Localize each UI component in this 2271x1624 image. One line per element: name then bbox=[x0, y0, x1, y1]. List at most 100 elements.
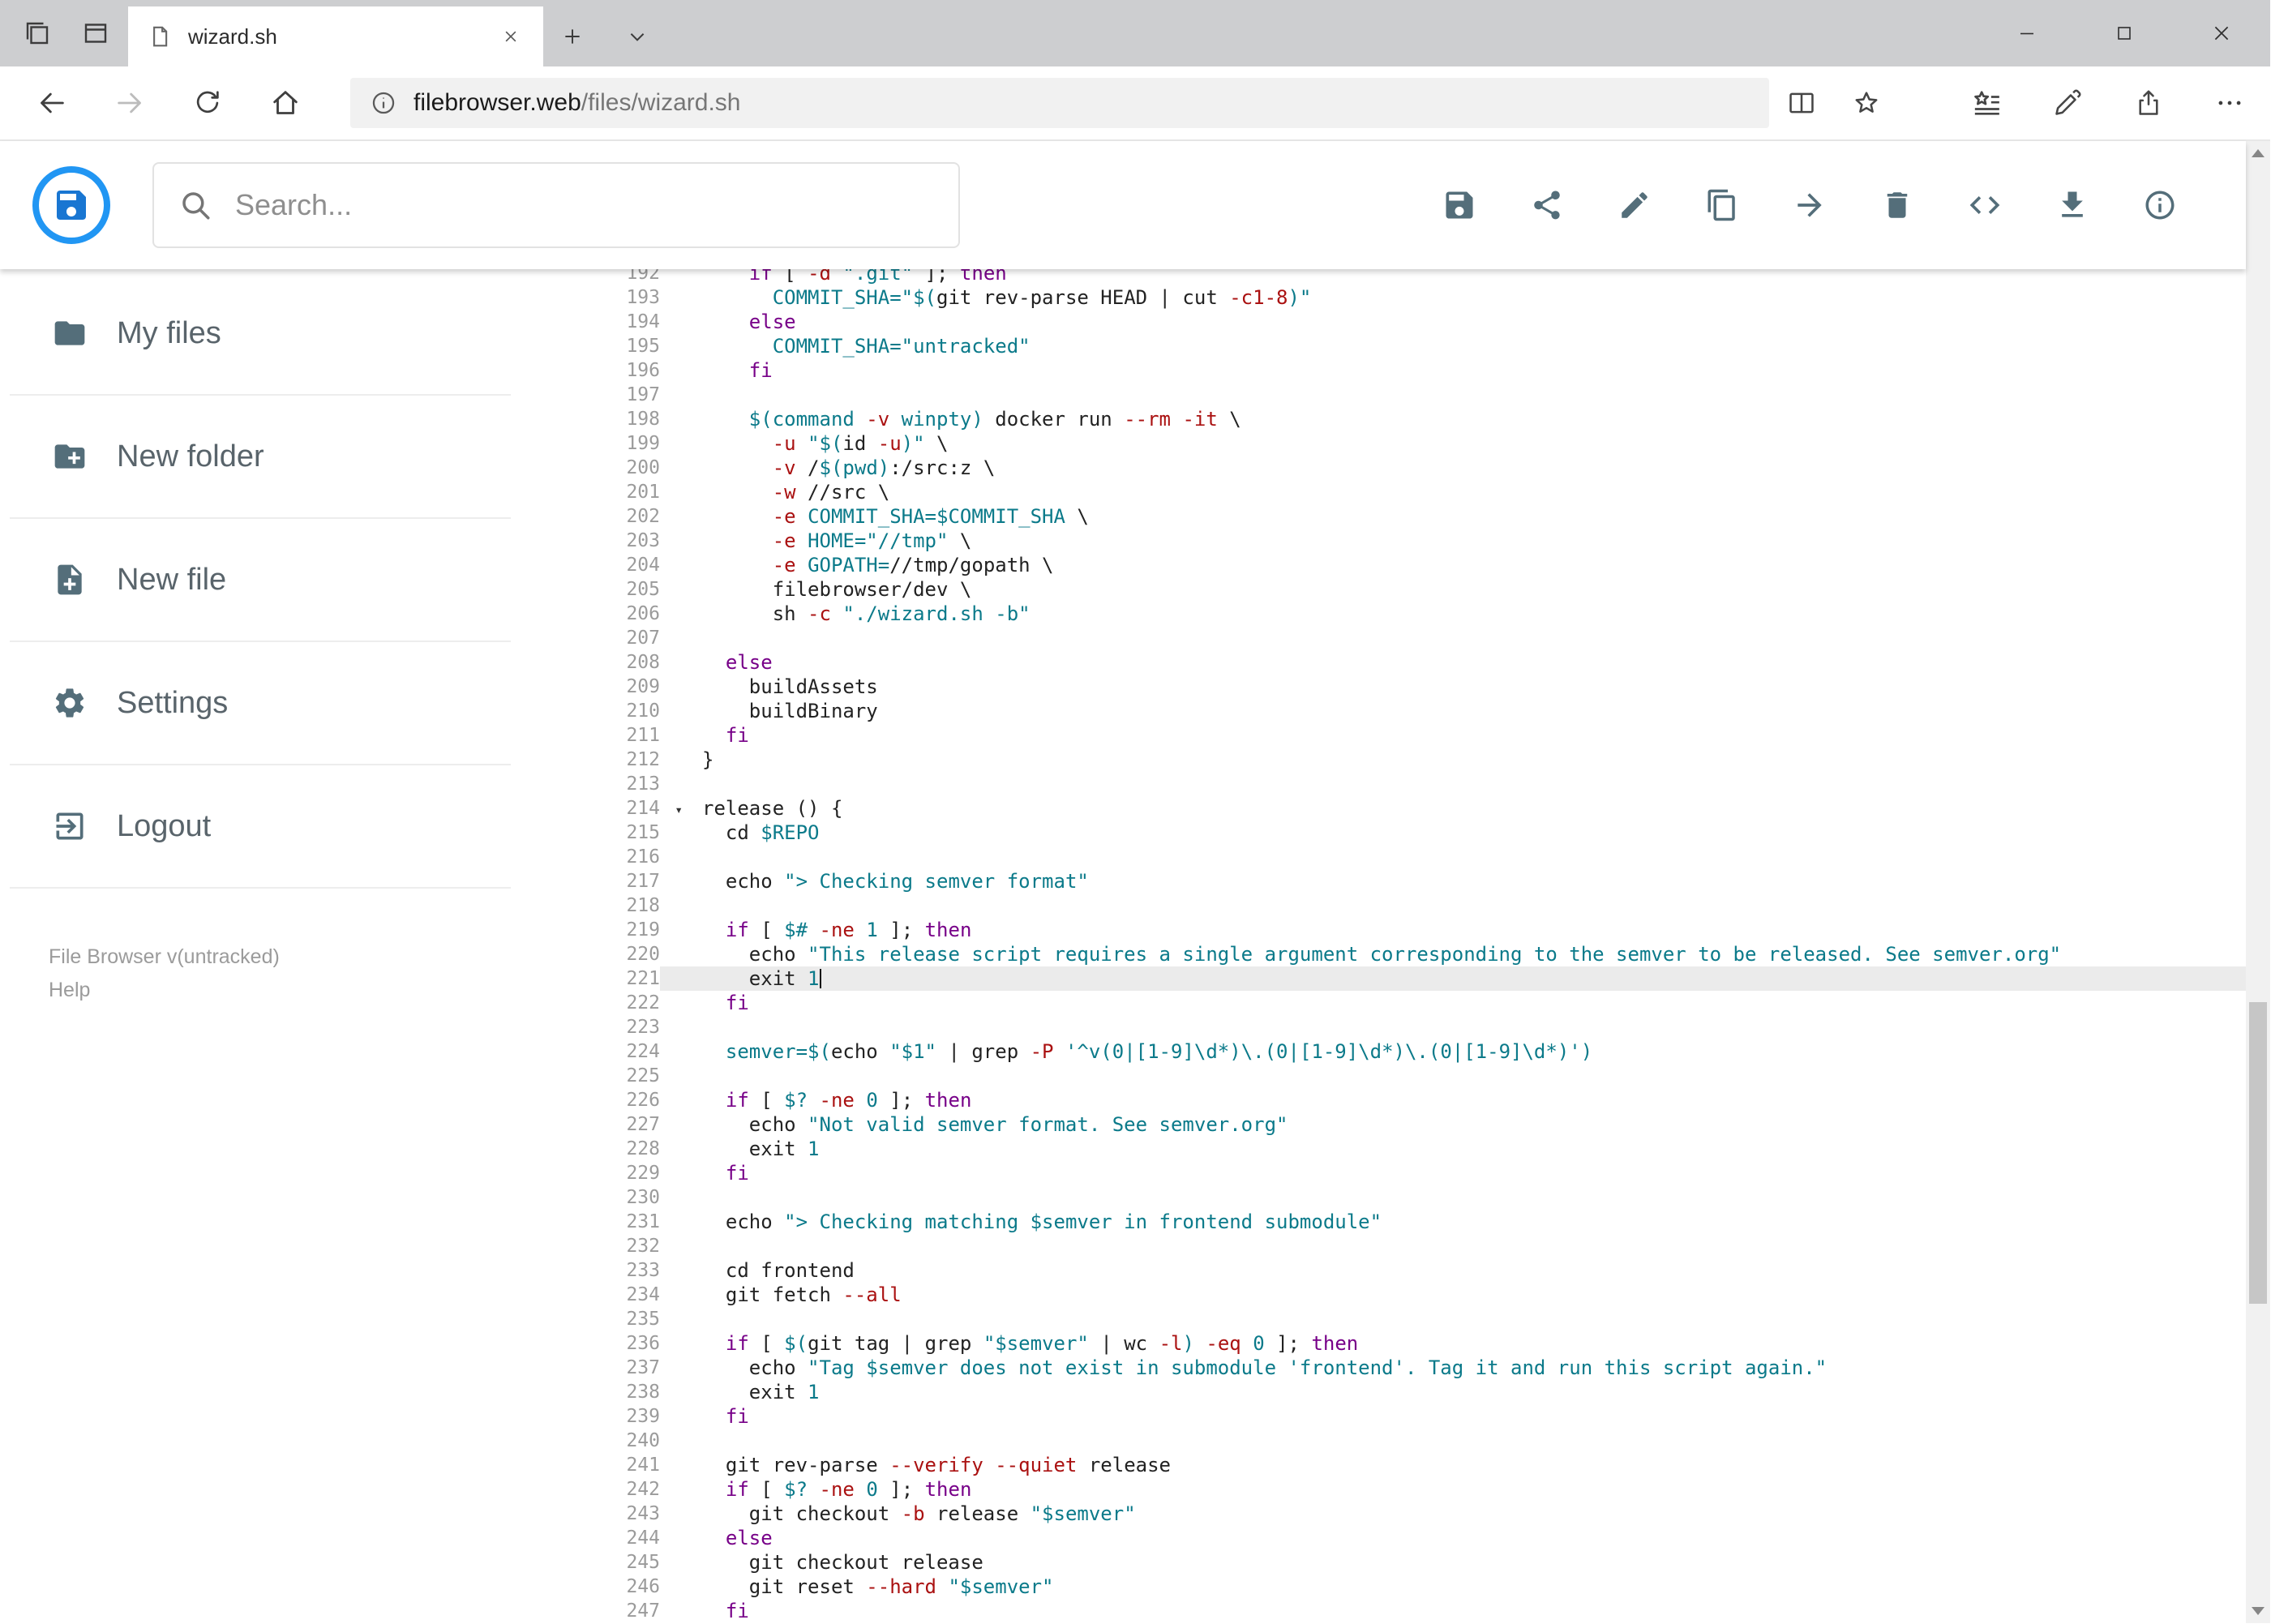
scroll-up-arrow-icon[interactable] bbox=[2246, 141, 2270, 165]
info-icon[interactable] bbox=[2142, 187, 2178, 223]
code-line-193[interactable]: 193 COMMIT_SHA="$(git rev-parse HEAD | c… bbox=[521, 285, 2246, 310]
download-icon[interactable] bbox=[2055, 187, 2090, 223]
home-icon[interactable] bbox=[246, 66, 324, 140]
code-line-226[interactable]: 226 if [ $? -ne 0 ]; then bbox=[521, 1088, 2246, 1112]
code-line-228[interactable]: 228 exit 1 bbox=[521, 1137, 2246, 1161]
code-line-216[interactable]: 216 bbox=[521, 845, 2246, 869]
code-line-224[interactable]: 224 semver=$(echo "$1" | grep -P '^v(0|[… bbox=[521, 1039, 2246, 1064]
share-icon[interactable] bbox=[1529, 187, 1565, 223]
address-bar[interactable]: filebrowser.web/files/wizard.sh bbox=[350, 78, 1769, 128]
code-line-239[interactable]: 239 fi bbox=[521, 1404, 2246, 1429]
code-line-202[interactable]: 202 -e COMMIT_SHA=$COMMIT_SHA \ bbox=[521, 504, 2246, 529]
filebrowser-logo-icon[interactable] bbox=[32, 166, 110, 244]
code-line-219[interactable]: 219 if [ $# -ne 1 ]; then bbox=[521, 918, 2246, 942]
tab-list-chevron-icon[interactable] bbox=[613, 6, 662, 66]
code-line-234[interactable]: 234 git fetch --all bbox=[521, 1283, 2246, 1307]
code-line-194[interactable]: 194 else bbox=[521, 310, 2246, 334]
new-tab-icon[interactable] bbox=[548, 6, 597, 66]
search-input[interactable] bbox=[235, 188, 958, 222]
tab-wizard-sh[interactable]: wizard.sh bbox=[128, 6, 543, 66]
save-icon[interactable] bbox=[1442, 187, 1477, 223]
refresh-icon[interactable] bbox=[169, 66, 246, 140]
code-line-227[interactable]: 227 echo "Not valid semver format. See s… bbox=[521, 1112, 2246, 1137]
code-line-203[interactable]: 203 -e HOME="//tmp" \ bbox=[521, 529, 2246, 553]
code-line-215[interactable]: 215 cd $REPO bbox=[521, 821, 2246, 845]
code-line-233[interactable]: 233 cd frontend bbox=[521, 1258, 2246, 1283]
code-line-204[interactable]: 204 -e GOPATH=//tmp/gopath \ bbox=[521, 553, 2246, 577]
code-line-198[interactable]: 198 $(command -v winpty) docker run --rm… bbox=[521, 407, 2246, 431]
code-line-242[interactable]: 242 if [ $? -ne 0 ]; then bbox=[521, 1477, 2246, 1502]
code-line-209[interactable]: 209 buildAssets bbox=[521, 675, 2246, 699]
code-line-220[interactable]: 220 echo "This release script requires a… bbox=[521, 942, 2246, 966]
move-arrow-icon[interactable] bbox=[1792, 187, 1828, 223]
code-line-245[interactable]: 245 git checkout release bbox=[521, 1550, 2246, 1575]
search-box[interactable] bbox=[152, 162, 960, 248]
maximize-icon[interactable] bbox=[2076, 0, 2173, 66]
browser-scrollbar[interactable] bbox=[2246, 141, 2270, 1623]
tab-close-icon[interactable] bbox=[491, 17, 530, 56]
code-line-197[interactable]: 197 bbox=[521, 383, 2246, 407]
code-line-247[interactable]: 247 fi bbox=[521, 1599, 2246, 1623]
code-line-208[interactable]: 208 else bbox=[521, 650, 2246, 675]
code-line-238[interactable]: 238 exit 1 bbox=[521, 1380, 2246, 1404]
code-line-221[interactable]: 221 exit 1 bbox=[521, 966, 2246, 991]
back-icon[interactable] bbox=[13, 66, 91, 140]
raw-code-icon[interactable] bbox=[1967, 187, 2003, 223]
code-line-192[interactable]: 192 if [ -d ".git" ]; then bbox=[521, 269, 2246, 285]
code-line-244[interactable]: 244 else bbox=[521, 1526, 2246, 1550]
code-line-232[interactable]: 232 bbox=[521, 1234, 2246, 1258]
web-note-pen-icon[interactable] bbox=[2027, 66, 2108, 140]
more-options-icon[interactable] bbox=[2189, 66, 2270, 140]
set-tabs-aside-icon[interactable] bbox=[16, 9, 58, 58]
code-line-241[interactable]: 241 git rev-parse --verify --quiet relea… bbox=[521, 1453, 2246, 1477]
code-line-236[interactable]: 236 if [ $(git tag | grep "$semver" | wc… bbox=[521, 1331, 2246, 1356]
code-editor[interactable]: 192 if [ -d ".git" ]; then 193 COMMIT_SHA… bbox=[521, 269, 2246, 1623]
minimize-icon[interactable] bbox=[1978, 0, 2076, 66]
sidebar-item-logout[interactable]: Logout bbox=[10, 765, 511, 889]
site-info-icon[interactable] bbox=[370, 89, 397, 117]
code-line-222[interactable]: 222 fi bbox=[521, 991, 2246, 1015]
close-icon[interactable] bbox=[2173, 0, 2270, 66]
code-line-214[interactable]: 214 ▾ release () { bbox=[521, 796, 2246, 821]
tab-preview-icon[interactable] bbox=[75, 9, 117, 58]
favorite-star-icon[interactable] bbox=[1834, 66, 1899, 140]
reading-view-icon[interactable] bbox=[1769, 66, 1834, 140]
fold-marker-icon[interactable]: ▾ bbox=[675, 798, 683, 822]
code-line-207[interactable]: 207 bbox=[521, 626, 2246, 650]
share-icon[interactable] bbox=[2108, 66, 2189, 140]
sidebar-item-settings[interactable]: Settings bbox=[10, 642, 511, 765]
copy-icon[interactable] bbox=[1704, 187, 1740, 223]
help-link[interactable]: Help bbox=[49, 974, 521, 1007]
code-line-200[interactable]: 200 -v /$(pwd):/src:z \ bbox=[521, 456, 2246, 480]
code-line-201[interactable]: 201 -w //src \ bbox=[521, 480, 2246, 504]
sidebar-item-new-folder[interactable]: New folder bbox=[10, 396, 511, 519]
code-line-212[interactable]: 212} bbox=[521, 748, 2246, 772]
code-line-225[interactable]: 225 bbox=[521, 1064, 2246, 1088]
sidebar-item-new-file[interactable]: New file bbox=[10, 519, 511, 642]
code-line-243[interactable]: 243 git checkout -b release "$semver" bbox=[521, 1502, 2246, 1526]
code-line-213[interactable]: 213 bbox=[521, 772, 2246, 796]
code-line-211[interactable]: 211 fi bbox=[521, 723, 2246, 748]
code-line-235[interactable]: 235 bbox=[521, 1307, 2246, 1331]
code-line-240[interactable]: 240 bbox=[521, 1429, 2246, 1453]
hub-icon[interactable] bbox=[1946, 66, 2027, 140]
code-line-196[interactable]: 196 fi bbox=[521, 358, 2246, 383]
scroll-down-arrow-icon[interactable] bbox=[2246, 1599, 2270, 1623]
scrollbar-thumb[interactable] bbox=[2249, 1002, 2267, 1304]
code-line-206[interactable]: 206 sh -c "./wizard.sh -b" bbox=[521, 602, 2246, 626]
delete-trash-icon[interactable] bbox=[1879, 187, 1915, 223]
code-line-230[interactable]: 230 bbox=[521, 1185, 2246, 1210]
code-line-195[interactable]: 195 COMMIT_SHA="untracked" bbox=[521, 334, 2246, 358]
forward-icon[interactable] bbox=[91, 66, 169, 140]
code-line-205[interactable]: 205 filebrowser/dev \ bbox=[521, 577, 2246, 602]
code-line-229[interactable]: 229 fi bbox=[521, 1161, 2246, 1185]
code-line-246[interactable]: 246 git reset --hard "$semver" bbox=[521, 1575, 2246, 1599]
rename-pencil-icon[interactable] bbox=[1617, 187, 1652, 223]
code-line-237[interactable]: 237 echo "Tag $semver does not exist in … bbox=[521, 1356, 2246, 1380]
code-line-199[interactable]: 199 -u "$(id -u)" \ bbox=[521, 431, 2246, 456]
code-line-218[interactable]: 218 bbox=[521, 893, 2246, 918]
sidebar-item-my-files[interactable]: My files bbox=[10, 272, 511, 396]
code-line-217[interactable]: 217 echo "> Checking semver format" bbox=[521, 869, 2246, 893]
code-line-231[interactable]: 231 echo "> Checking matching $semver in… bbox=[521, 1210, 2246, 1234]
code-line-210[interactable]: 210 buildBinary bbox=[521, 699, 2246, 723]
